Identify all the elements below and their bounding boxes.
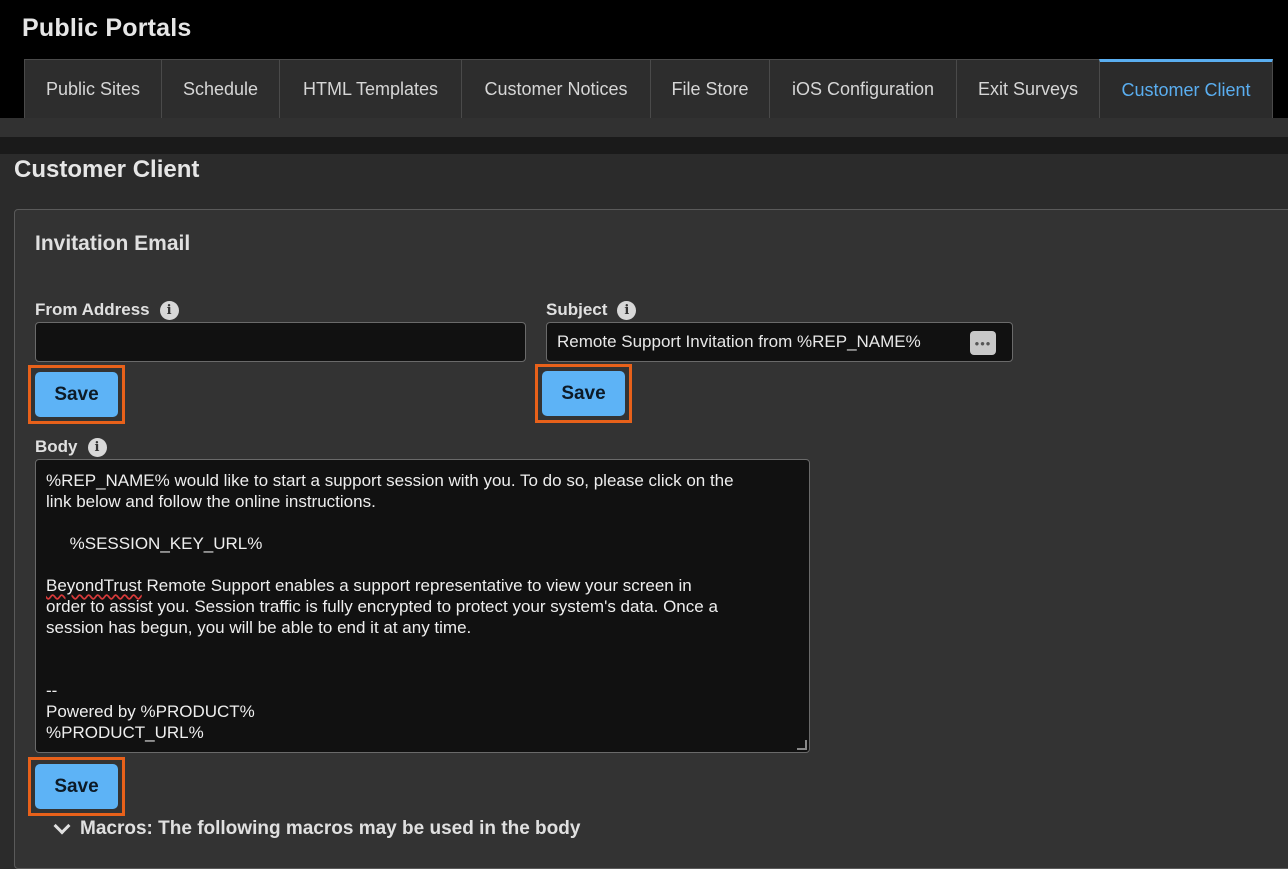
body-line: %SESSION_KEY_URL% <box>46 534 263 553</box>
tab-bar: Public Sites Schedule HTML Templates Cus… <box>24 59 1273 118</box>
from-address-save-highlight: Save <box>28 365 125 424</box>
from-address-input[interactable] <box>35 322 526 362</box>
macros-expander[interactable]: Macros: The following macros may be used… <box>52 817 581 840</box>
body-label: Body i <box>35 437 107 457</box>
body-line <box>46 638 799 659</box>
chevron-down-icon <box>53 817 71 835</box>
body-line: order to assist you. Session traffic is … <box>46 597 718 616</box>
body-line: link below and follow the online instruc… <box>46 492 376 511</box>
tab-html-templates[interactable]: HTML Templates <box>279 59 462 118</box>
tab-public-sites[interactable]: Public Sites <box>24 59 162 118</box>
subject-save-button[interactable]: Save <box>542 371 625 416</box>
from-address-save-button[interactable]: Save <box>35 372 118 417</box>
tab-customer-notices[interactable]: Customer Notices <box>461 59 651 118</box>
subnav-divider <box>0 137 1288 154</box>
body-textarea[interactable]: %REP_NAME% would like to start a support… <box>35 459 810 753</box>
header-bar: Public Portals Public Sites Schedule HTM… <box>0 0 1288 118</box>
resize-handle-icon[interactable] <box>797 740 807 750</box>
macros-label: Macros: The following macros may be used… <box>80 818 581 839</box>
body-line <box>46 512 799 533</box>
from-address-label-text: From Address <box>35 300 150 319</box>
body-save-highlight: Save <box>28 757 125 816</box>
info-icon[interactable]: i <box>87 437 107 457</box>
body-line: -- <box>46 681 58 700</box>
body-line: session has begun, you will be able to e… <box>46 618 472 637</box>
tab-customer-client[interactable]: Customer Client <box>1099 59 1273 118</box>
section-title: Invitation Email <box>35 232 191 255</box>
tab-file-store[interactable]: File Store <box>650 59 770 118</box>
tab-ios-configuration[interactable]: iOS Configuration <box>769 59 957 118</box>
tab-schedule[interactable]: Schedule <box>161 59 280 118</box>
body-line-spellcheck: BeyondTrust Remote Support enables a sup… <box>46 576 692 595</box>
body-line <box>46 554 799 575</box>
body-label-text: Body <box>35 437 78 456</box>
body-line: Powered by %PRODUCT% <box>46 702 255 721</box>
page-title: Customer Client <box>14 156 200 183</box>
body-save-button[interactable]: Save <box>35 764 118 809</box>
app-title: Public Portals <box>22 14 192 42</box>
subject-input[interactable]: Remote Support Invitation from %REP_NAME… <box>546 322 1013 362</box>
body-line: %REP_NAME% would like to start a support… <box>46 471 734 490</box>
subject-save-highlight: Save <box>535 364 632 423</box>
body-line: %PRODUCT_URL% <box>46 723 204 742</box>
info-icon[interactable]: i <box>159 300 179 320</box>
from-address-label: From Address i <box>35 300 179 320</box>
spellcheck-word: BeyondTrust <box>46 576 142 595</box>
info-icon[interactable]: i <box>617 300 637 320</box>
subject-label: Subject i <box>546 300 637 320</box>
subject-input-value: Remote Support Invitation from %REP_NAME… <box>557 332 921 351</box>
tab-exit-surveys[interactable]: Exit Surveys <box>956 59 1100 118</box>
subnav-strip <box>0 118 1288 137</box>
body-line <box>46 659 799 680</box>
ellipsis-icon[interactable]: ••• <box>970 331 996 355</box>
subject-label-text: Subject <box>546 300 608 319</box>
